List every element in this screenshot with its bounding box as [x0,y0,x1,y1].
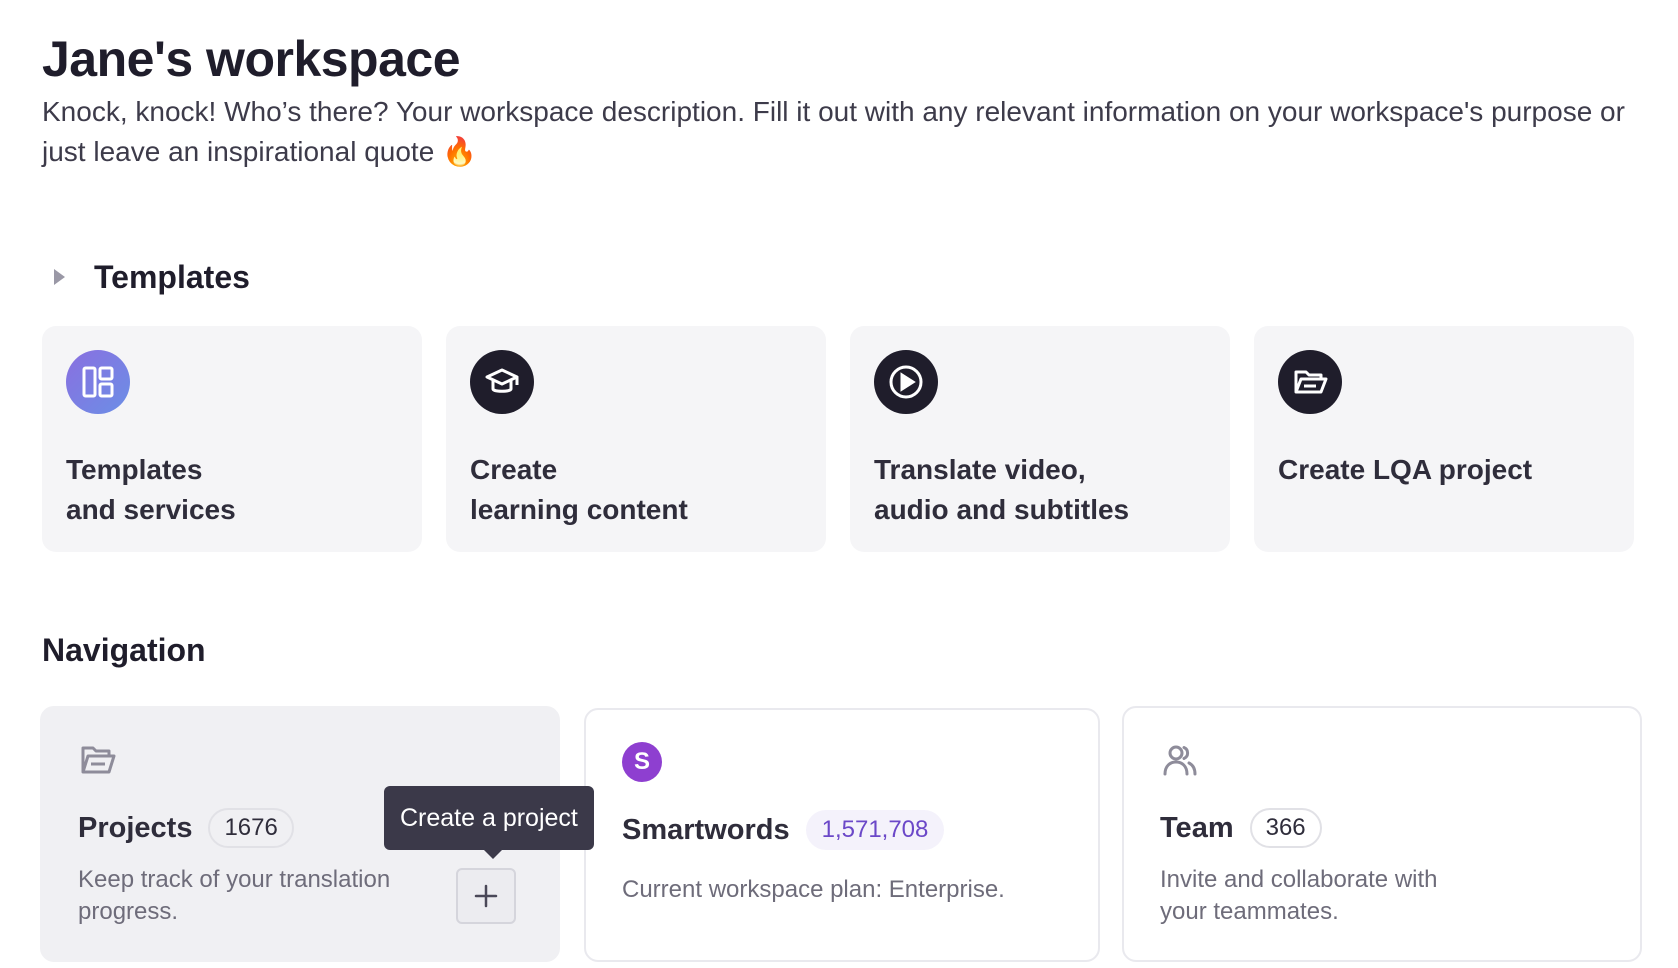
template-label-line1: Translate video, [874,454,1086,485]
users-icon [1160,740,1200,780]
team-card[interactable]: Team 366 Invite and collaborate with you… [1122,706,1642,962]
template-card-templates-and-services[interactable]: Templates and services [42,326,422,552]
folder-open-icon [1278,350,1342,414]
template-label-line1: Templates [66,454,203,485]
team-count-badge: 366 [1249,808,1322,848]
template-label-line2: audio and subtitles [874,494,1130,525]
templates-list: Templates and services Create learning c… [42,326,1634,552]
templates-title: Templates [94,258,250,295]
projects-label: Projects [78,811,193,844]
plus-icon [474,884,498,908]
template-card-learning-content[interactable]: Create learning content [446,326,826,552]
team-description-line2: your teammates. [1160,898,1339,925]
smartwords-count-badge: 1,571,708 [805,810,945,850]
template-card-lqa-project[interactable]: Create LQA project [1254,326,1634,552]
page-title: Jane's workspace [42,31,461,87]
template-label-line1: Create LQA project [1278,454,1533,485]
template-label-line2: learning content [470,494,688,525]
smartwords-avatar: S [622,742,662,782]
smartwords-card[interactable]: S Smartwords 1,571,708 Current workspace… [584,708,1100,962]
template-label-line2: and services [66,494,236,525]
smartwords-description: Current workspace plan: Enterprise. [622,876,1005,903]
smartwords-label: Smartwords [622,813,790,846]
layout-grid-icon [66,350,130,414]
add-project-button[interactable] [456,868,516,924]
team-label: Team [1160,811,1234,844]
navigation-title: Navigation [42,632,206,668]
folder-open-icon [78,740,118,780]
workspace-page: Jane's workspace Knock, knock! Who’s the… [0,0,1678,968]
template-label-line1: Create [470,454,558,485]
projects-count-badge: 1676 [208,808,294,848]
team-description-line1: Invite and collaborate with [1160,866,1438,893]
caret-right-icon[interactable] [42,260,76,294]
workspace-description: Knock, knock! Who’s there? Your workspac… [42,96,1625,167]
template-card-translate-video[interactable]: Translate video, audio and subtitles [850,326,1230,552]
play-circle-icon [874,350,938,414]
templates-section-header[interactable]: Templates [42,252,250,302]
graduation-cap-icon [470,350,534,414]
create-project-tooltip: Create a project [384,786,594,850]
tooltip-arrow [483,849,503,859]
